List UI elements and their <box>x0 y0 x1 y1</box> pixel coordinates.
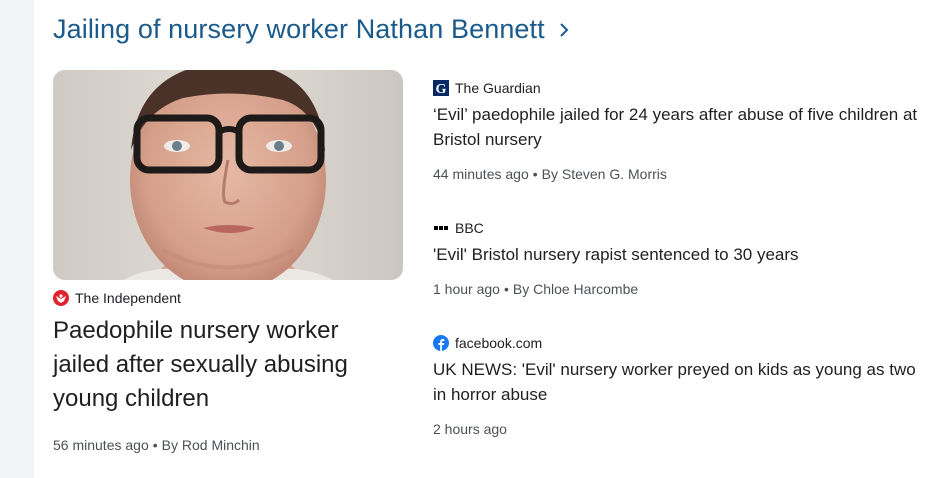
story-time: 1 hour ago <box>433 281 500 297</box>
story-author: By Steven G. Morris <box>541 166 667 182</box>
section-header-link[interactable]: Jailing of nursery worker Nathan Bennett <box>53 14 569 45</box>
featured-source-name: The Independent <box>75 290 181 306</box>
left-sidebar-strip <box>0 0 34 478</box>
featured-meta: 56 minutes ago • By Rod Minchin <box>53 437 403 453</box>
featured-time: 56 minutes ago <box>53 437 149 453</box>
bbc-icon <box>433 220 449 236</box>
story-source-row: G The Guardian <box>433 80 933 96</box>
svg-text:G: G <box>436 82 447 96</box>
story-card[interactable]: G The Guardian ‘Evil’ paedophile jailed … <box>433 80 933 182</box>
independent-eagle-icon <box>53 290 69 306</box>
meta-separator: • <box>503 281 509 297</box>
story-headline[interactable]: ‘Evil’ paedophile jailed for 24 years af… <box>433 102 933 152</box>
featured-author: By Rod Minchin <box>161 437 260 453</box>
story-source-name: facebook.com <box>455 335 543 351</box>
story-meta: 2 hours ago <box>433 421 933 437</box>
story-meta: 44 minutes ago • By Steven G. Morris <box>433 166 933 182</box>
story-headline[interactable]: UK NEWS: 'Evil' nursery worker preyed on… <box>433 357 933 407</box>
story-source-name: The Guardian <box>455 80 541 96</box>
featured-story-card[interactable]: The Independent Paedophile nursery worke… <box>53 70 403 453</box>
meta-separator: • <box>152 437 158 453</box>
story-time: 2 hours ago <box>433 421 507 437</box>
story-time: 44 minutes ago <box>433 166 529 182</box>
story-card[interactable]: BBC 'Evil' Bristol nursery rapist senten… <box>433 220 933 297</box>
featured-headline[interactable]: Paedophile nursery worker jailed after s… <box>53 314 393 416</box>
story-card[interactable]: facebook.com UK NEWS: 'Evil' nursery wor… <box>433 335 933 437</box>
featured-source-row: The Independent <box>53 290 403 306</box>
featured-story-image[interactable] <box>53 70 403 280</box>
meta-separator: • <box>532 166 538 182</box>
story-source-row: facebook.com <box>433 335 933 351</box>
guardian-g-icon: G <box>433 80 449 96</box>
facebook-icon <box>433 335 449 351</box>
chevron-right-icon <box>559 22 569 38</box>
section-title: Jailing of nursery worker Nathan Bennett <box>53 14 545 44</box>
story-meta: 1 hour ago • By Chloe Harcombe <box>433 281 933 297</box>
story-source-row: BBC <box>433 220 933 236</box>
story-author: By Chloe Harcombe <box>512 281 639 297</box>
story-source-name: BBC <box>455 220 484 236</box>
story-headline[interactable]: 'Evil' Bristol nursery rapist sentenced … <box>433 242 933 267</box>
